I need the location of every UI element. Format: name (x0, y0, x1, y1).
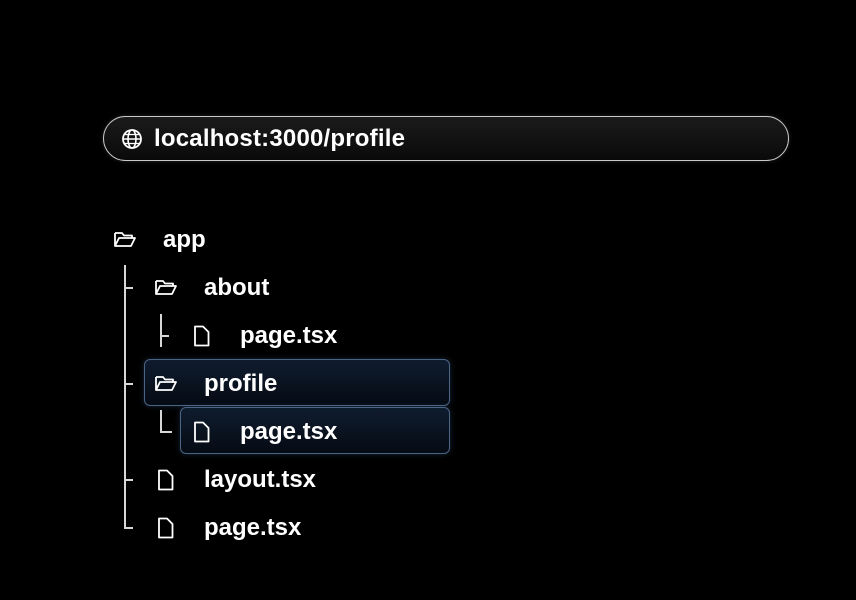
file-icon (193, 325, 217, 347)
file-icon (193, 421, 217, 443)
tree-item-about-page[interactable]: page.tsx (193, 320, 373, 352)
tree-connector (160, 335, 169, 337)
tree-connector (124, 287, 133, 289)
folder-open-icon (113, 230, 137, 250)
tree-item-label: app (163, 226, 206, 253)
file-icon (157, 517, 181, 539)
tree-item-about[interactable]: about (154, 272, 314, 304)
folder-open-icon (154, 374, 178, 394)
tree-item-label: page.tsx (204, 514, 302, 541)
tree-connector (124, 265, 126, 529)
tree-item-label: profile (204, 370, 278, 397)
tree-connector (160, 431, 172, 433)
tree-connector (124, 479, 133, 481)
globe-icon (121, 128, 143, 150)
address-bar[interactable]: localhost:3000/profile (103, 116, 789, 161)
tree-item-label: page.tsx (240, 418, 338, 445)
tree-item-label: about (204, 274, 270, 301)
tree-item-label: layout.tsx (204, 466, 317, 493)
tree-connector (124, 527, 133, 529)
tree-connector (160, 314, 162, 347)
tree-item-label: page.tsx (240, 322, 338, 349)
file-icon (157, 469, 181, 491)
tree-item-profile-page[interactable]: page.tsx (193, 416, 373, 448)
tree-item-app[interactable]: app (113, 224, 233, 256)
tree-item-layout[interactable]: layout.tsx (157, 464, 357, 496)
folder-open-icon (154, 278, 178, 298)
address-bar-url: localhost:3000/profile (154, 125, 406, 152)
tree-item-root-page[interactable]: page.tsx (157, 512, 337, 544)
tree-connector (124, 383, 133, 385)
tree-connector (160, 410, 162, 433)
tree-item-profile[interactable]: profile (154, 368, 324, 400)
